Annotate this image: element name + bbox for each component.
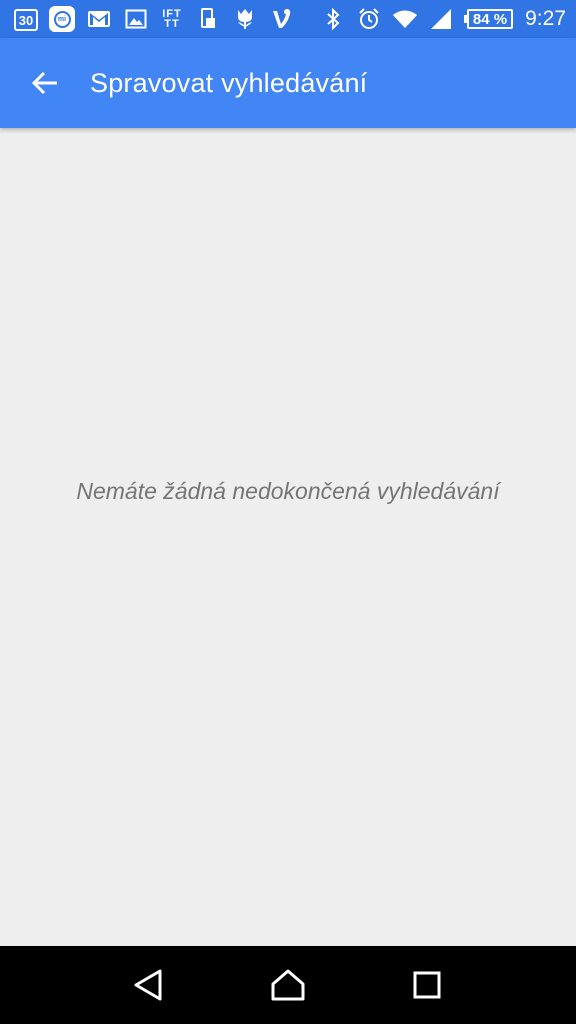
app-bar: Spravovat vyhledávání — [0, 38, 576, 128]
notification-icons: 30 mi IFT TT — [14, 6, 295, 32]
mi-label: mi — [53, 10, 71, 28]
status-bar: 30 mi IFT TT 84 % 9:27 — [0, 0, 576, 38]
ifttt-icon: IFT TT — [160, 9, 184, 30]
calendar-icon: 30 — [14, 9, 38, 31]
main-content: Nemáte žádná nedokončená vyhledávání — [0, 128, 576, 946]
arrow-back-icon — [31, 71, 57, 95]
mi-fit-icon: mi — [49, 6, 75, 32]
clock: 9:27 — [525, 7, 566, 30]
bluetooth-icon — [320, 7, 346, 31]
recents-nav-button[interactable] — [395, 953, 459, 1017]
signal-icon — [428, 7, 454, 31]
page-title: Spravovat vyhledávání — [90, 67, 368, 98]
gallery-icon — [123, 7, 149, 31]
home-icon — [271, 969, 305, 1001]
battery-icon: 84 % — [463, 9, 514, 29]
home-nav-button[interactable] — [256, 953, 320, 1017]
back-nav-button[interactable] — [117, 953, 181, 1017]
alarm-icon — [356, 7, 382, 31]
tulip-icon — [232, 7, 258, 31]
system-icons: 84 % 9:27 — [320, 7, 566, 31]
triangle-back-icon — [134, 969, 162, 1001]
wifi-icon — [392, 7, 418, 31]
navigation-bar — [0, 946, 576, 1024]
ifttt-label-bottom: TT — [164, 18, 180, 30]
square-recents-icon — [413, 971, 441, 999]
battery-level: 84 % — [466, 9, 514, 29]
phone-icon — [195, 7, 221, 31]
back-button[interactable] — [17, 55, 73, 111]
vine-icon — [269, 7, 295, 31]
gmail-icon — [86, 7, 112, 31]
empty-state-message: Nemáte žádná nedokončená vyhledávání — [76, 478, 500, 504]
